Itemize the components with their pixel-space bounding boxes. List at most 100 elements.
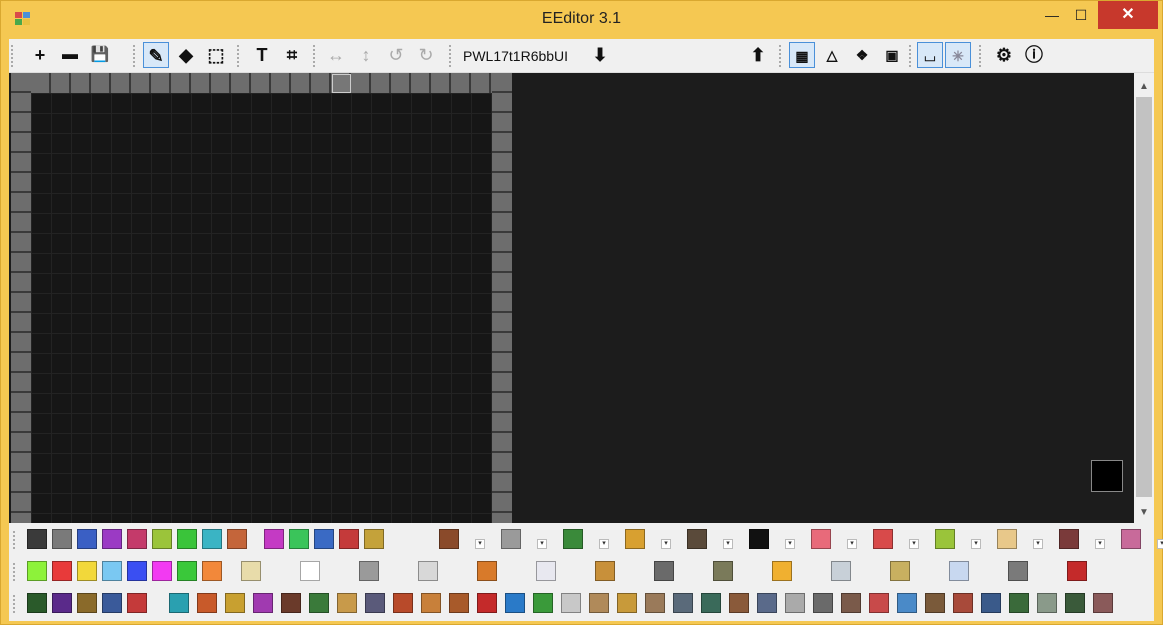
- palette-block[interactable]: [654, 561, 674, 581]
- palette-block[interactable]: [202, 561, 222, 581]
- palette-block[interactable]: [1065, 593, 1085, 613]
- palette-block[interactable]: [811, 529, 831, 549]
- upload-icon[interactable]: ⬆: [745, 42, 771, 68]
- palette-block[interactable]: [177, 561, 197, 581]
- palette-block[interactable]: [869, 593, 889, 613]
- palette-block[interactable]: [339, 529, 359, 549]
- palette-block[interactable]: [831, 561, 851, 581]
- shape-icon[interactable]: ❖: [849, 42, 875, 68]
- world-map-canvas[interactable]: [11, 73, 512, 523]
- palette-block[interactable]: [365, 593, 385, 613]
- text-icon[interactable]: T: [249, 42, 275, 68]
- palette-block[interactable]: [264, 529, 284, 549]
- palette-block[interactable]: [645, 593, 665, 613]
- palette-block[interactable]: [152, 561, 172, 581]
- settings-icon[interactable]: ⚙: [991, 42, 1017, 68]
- palette-block[interactable]: [289, 529, 309, 549]
- palette-block[interactable]: [1121, 529, 1141, 549]
- palette-block[interactable]: [27, 593, 47, 613]
- palette-block[interactable]: [52, 593, 72, 613]
- palette-block[interactable]: [505, 593, 525, 613]
- new-icon[interactable]: +: [27, 42, 53, 68]
- palette-block[interactable]: [127, 593, 147, 613]
- rotate-right-icon[interactable]: ↻: [413, 42, 439, 68]
- palette-dropdown-icon[interactable]: ▾: [785, 539, 795, 549]
- scroll-thumb[interactable]: [1136, 97, 1152, 497]
- palette-block[interactable]: [1037, 593, 1057, 613]
- open-folder-icon[interactable]: ▬: [57, 42, 83, 68]
- palette-dropdown-icon[interactable]: ▾: [661, 539, 671, 549]
- palette-block[interactable]: [595, 561, 615, 581]
- palette-dropdown-icon[interactable]: ▾: [599, 539, 609, 549]
- crop-icon[interactable]: ⌗: [279, 42, 305, 68]
- palette-block[interactable]: [364, 529, 384, 549]
- palette-block[interactable]: [477, 593, 497, 613]
- palette-block[interactable]: [617, 593, 637, 613]
- palette-block[interactable]: [281, 593, 301, 613]
- palette-dropdown-icon[interactable]: ▾: [971, 539, 981, 549]
- rotate-left-icon[interactable]: ↺: [383, 42, 409, 68]
- editor-area[interactable]: ▲ ▼: [9, 73, 1154, 523]
- palette-block[interactable]: [561, 593, 581, 613]
- palette-block[interactable]: [687, 529, 707, 549]
- palette-block[interactable]: [418, 561, 438, 581]
- palette-block[interactable]: [309, 593, 329, 613]
- palette-block[interactable]: [127, 561, 147, 581]
- palette-block[interactable]: [813, 593, 833, 613]
- palette-block[interactable]: [421, 593, 441, 613]
- palette-block[interactable]: [749, 529, 769, 549]
- world-id-label[interactable]: PWL17t1R6bbUI: [463, 48, 568, 64]
- palette-dropdown-icon[interactable]: ▾: [475, 539, 485, 549]
- palette-block[interactable]: [873, 529, 893, 549]
- palette-block[interactable]: [757, 593, 777, 613]
- palette-dropdown-icon[interactable]: ▾: [537, 539, 547, 549]
- palette-block[interactable]: [52, 561, 72, 581]
- palette-block[interactable]: [27, 529, 47, 549]
- palette-block[interactable]: [536, 561, 556, 581]
- snowflake-icon[interactable]: ✳: [945, 42, 971, 68]
- palette-block[interactable]: [337, 593, 357, 613]
- palette-block[interactable]: [533, 593, 553, 613]
- flip-vertical-icon[interactable]: ↕: [353, 42, 379, 68]
- palette-block[interactable]: [169, 593, 189, 613]
- palette-block[interactable]: [359, 561, 379, 581]
- palette-block[interactable]: [625, 529, 645, 549]
- palette-block[interactable]: [241, 561, 261, 581]
- palette-block[interactable]: [393, 593, 413, 613]
- palette-block[interactable]: [314, 529, 334, 549]
- palette-block[interactable]: [27, 561, 47, 581]
- palette-block[interactable]: [949, 561, 969, 581]
- triangle-icon[interactable]: △: [819, 42, 845, 68]
- palette-block[interactable]: [300, 561, 320, 581]
- palette-block[interactable]: [202, 529, 222, 549]
- palette-block[interactable]: [713, 561, 733, 581]
- palette-block[interactable]: [227, 529, 247, 549]
- palette-block[interactable]: [589, 593, 609, 613]
- palette-block[interactable]: [841, 593, 861, 613]
- palette-block[interactable]: [563, 529, 583, 549]
- palette-block[interactable]: [1009, 593, 1029, 613]
- select-icon[interactable]: ⬚: [203, 42, 229, 68]
- frame-icon[interactable]: ▣: [879, 42, 905, 68]
- palette-block[interactable]: [981, 593, 1001, 613]
- close-button[interactable]: ✕: [1098, 1, 1158, 29]
- palette-block[interactable]: [1067, 561, 1087, 581]
- palette-block[interactable]: [1093, 593, 1113, 613]
- scroll-up-icon[interactable]: ▲: [1134, 77, 1154, 97]
- palette-block[interactable]: [127, 529, 147, 549]
- scroll-down-icon[interactable]: ▼: [1134, 503, 1154, 523]
- save-icon[interactable]: 💾: [87, 42, 113, 68]
- palette-block[interactable]: [225, 593, 245, 613]
- palette-block[interactable]: [772, 561, 792, 581]
- vertical-scrollbar[interactable]: ▲ ▼: [1134, 73, 1154, 523]
- palette-block[interactable]: [52, 529, 72, 549]
- title-bar[interactable]: EEditor 3.1 — ☐ ✕: [1, 1, 1162, 39]
- palette-dropdown-icon[interactable]: ▾: [847, 539, 857, 549]
- palette-block[interactable]: [77, 593, 97, 613]
- palette-block[interactable]: [897, 593, 917, 613]
- fill-bucket-icon[interactable]: ◆: [173, 42, 199, 68]
- palette-block[interactable]: [701, 593, 721, 613]
- palette-block[interactable]: [477, 561, 497, 581]
- palette-block[interactable]: [152, 529, 172, 549]
- palette-block[interactable]: [673, 593, 693, 613]
